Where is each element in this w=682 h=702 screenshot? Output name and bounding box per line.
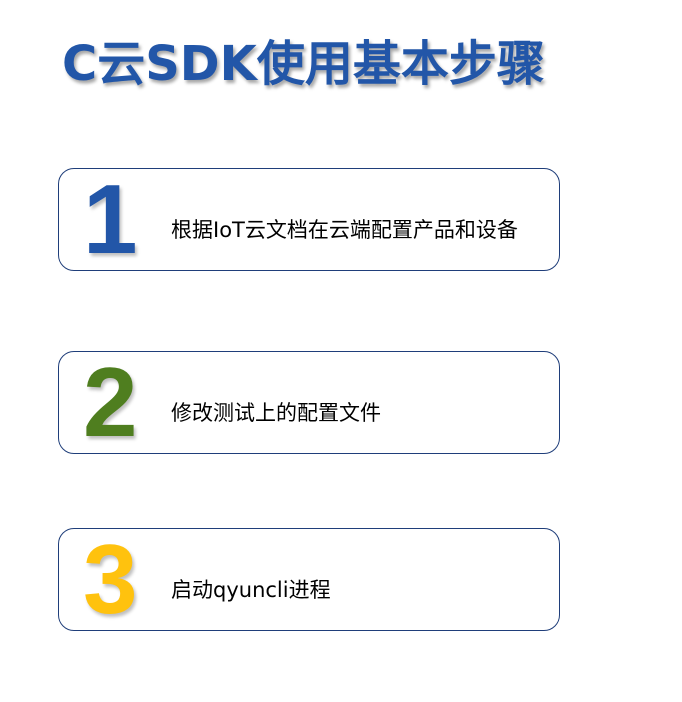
step-number-3: 3 bbox=[83, 524, 138, 634]
step-card-3: 3 启动qyuncli进程 bbox=[58, 524, 560, 634]
step-number-1: 1 bbox=[83, 164, 138, 274]
step-text-1: 根据IoT云文档在云端配置产品和设备 bbox=[171, 218, 518, 242]
step-card-2: 2 修改测试上的配置文件 bbox=[58, 347, 560, 457]
page-title: C云SDK使用基本步骤 bbox=[62, 36, 545, 92]
step-card-1: 1 根据IoT云文档在云端配置产品和设备 bbox=[58, 164, 560, 274]
step-text-3: 启动qyuncli进程 bbox=[171, 578, 331, 602]
step-number-2: 2 bbox=[83, 347, 138, 457]
step-text-2: 修改测试上的配置文件 bbox=[171, 401, 381, 425]
